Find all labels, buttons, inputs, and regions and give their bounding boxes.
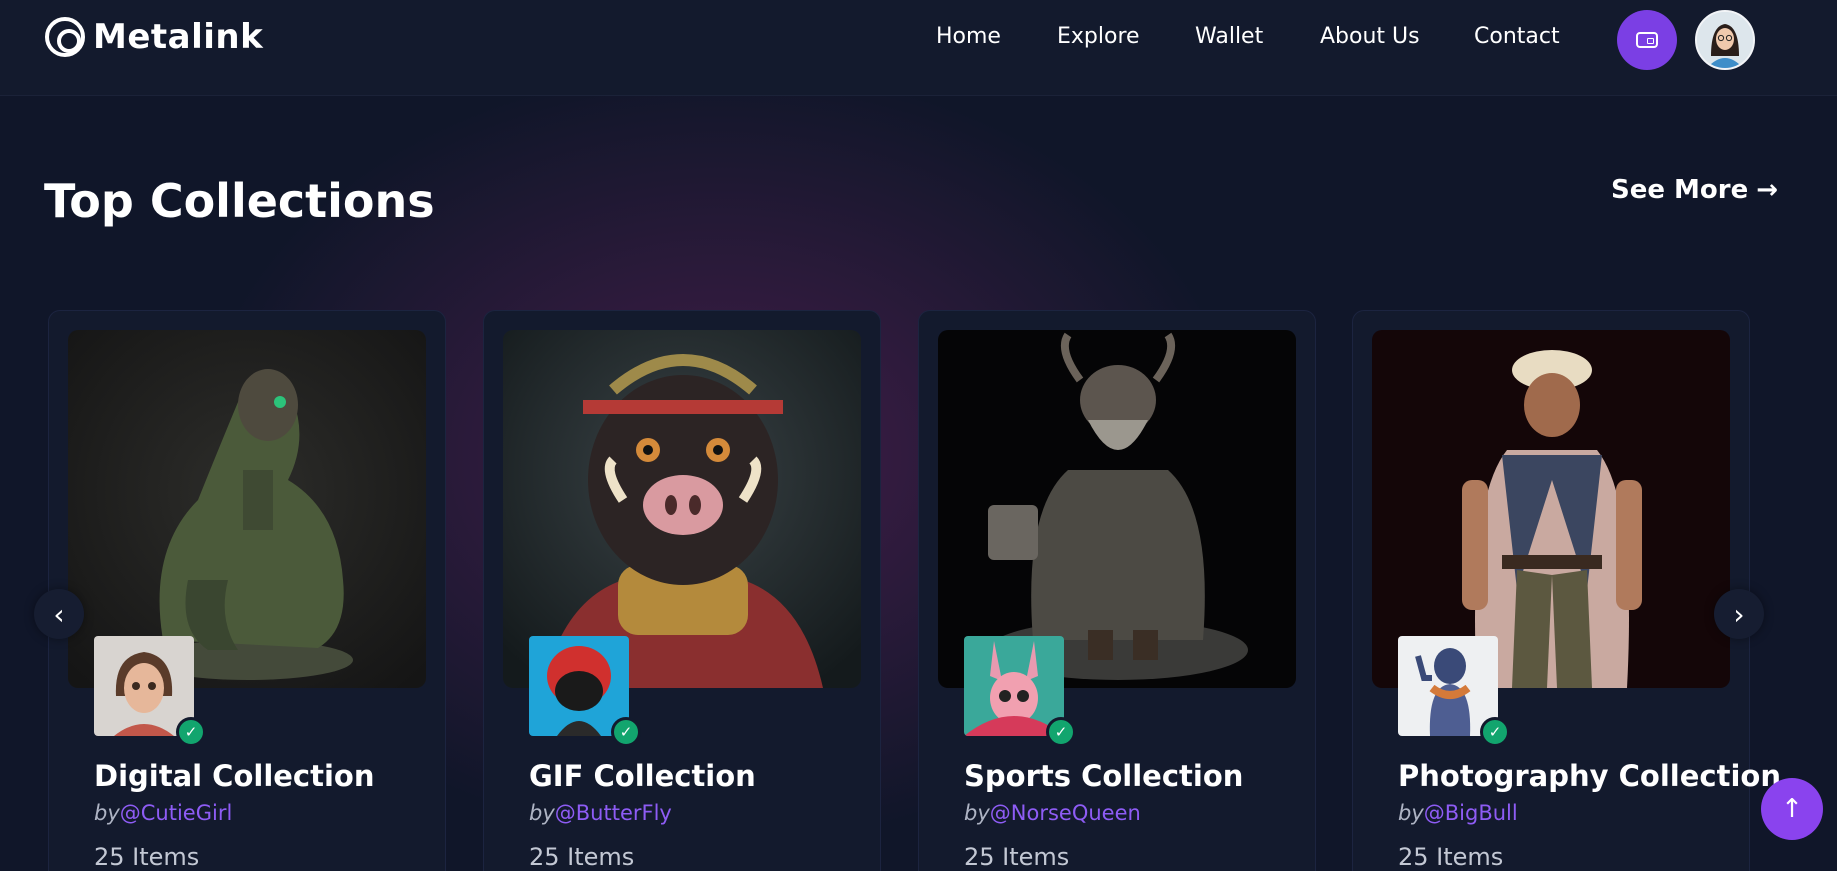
logo[interactable]: Metalink [45,17,263,57]
collection-title[interactable]: GIF Collection [529,759,756,793]
collection-image[interactable] [68,330,426,688]
by-label: by [964,801,990,825]
slider-next-button[interactable]: › [1714,589,1764,639]
collection-card[interactable]: ✓ Sports Collection by@NorseQueen 25 Ite… [918,310,1316,871]
collection-image[interactable] [503,330,861,688]
collection-card[interactable]: ✓ Digital Collection by@CutieGirl 25 Ite… [48,310,446,871]
collection-image[interactable] [1372,330,1730,688]
site-header: Metalink Home Explore Wallet About Us Co… [0,0,1837,96]
collection-card[interactable]: ✓ GIF Collection by@ButterFly 25 Items [483,310,881,871]
collection-creator: by@NorseQueen [964,801,1141,825]
by-label: by [529,801,555,825]
collection-creator: by@ButterFly [529,801,672,825]
collection-card[interactable]: ✓ Photography Collection by@BigBull 25 I… [1352,310,1781,871]
collection-image[interactable] [938,330,1296,688]
nav-wallet[interactable]: Wallet [1195,24,1263,49]
item-count: 25 Items [94,843,200,871]
creator-handle[interactable]: @NorseQueen [990,801,1141,825]
arrow-up-icon: ↑ [1781,794,1803,824]
slider-prev-button[interactable]: ‹ [34,589,84,639]
by-label: by [1398,801,1424,825]
verified-badge-icon: ✓ [1046,717,1076,747]
scroll-to-top-button[interactable]: ↑ [1761,778,1823,840]
user-avatar[interactable] [1695,10,1755,70]
item-count: 25 Items [1398,843,1504,871]
nav-explore[interactable]: Explore [1057,24,1140,49]
collection-title[interactable]: Digital Collection [94,759,375,793]
collection-title[interactable]: Photography Collection [1398,759,1781,793]
item-count: 25 Items [529,843,635,871]
nav-home[interactable]: Home [936,24,1001,49]
nav-about-us[interactable]: About Us [1320,24,1420,49]
brand-name: Metalink [93,17,264,57]
collection-title[interactable]: Sports Collection [964,759,1243,793]
verified-badge-icon: ✓ [611,717,641,747]
creator-handle[interactable]: @ButterFly [555,801,672,825]
chevron-left-icon: ‹ [53,597,65,631]
creator-handle[interactable]: @BigBull [1424,801,1518,825]
chevron-right-icon: › [1733,597,1745,631]
collection-creator: by@CutieGirl [94,801,232,825]
see-more-link[interactable]: See More → [1611,175,1778,205]
verified-badge-icon: ✓ [176,717,206,747]
verified-badge-icon: ✓ [1480,717,1510,747]
section-title: Top Collections [44,174,435,228]
creator-handle[interactable]: @CutieGirl [120,801,233,825]
collection-creator: by@BigBull [1398,801,1518,825]
by-label: by [94,801,120,825]
wallet-button[interactable] [1617,10,1677,70]
logo-icon [45,17,85,57]
nav-contact[interactable]: Contact [1474,24,1560,49]
arrow-right-icon: → [1756,175,1779,205]
item-count: 25 Items [964,843,1070,871]
wallet-icon [1636,32,1658,48]
see-more-label: See More [1611,175,1749,205]
